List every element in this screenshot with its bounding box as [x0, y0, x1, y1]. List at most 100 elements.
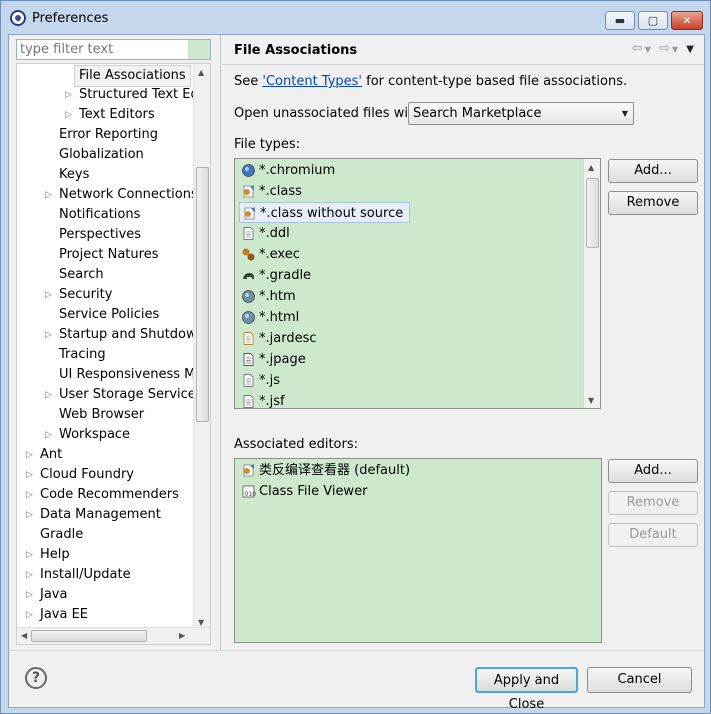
expand-arrow-icon[interactable]: ▷ — [26, 445, 33, 465]
open-unassociated-value: Search Marketplace — [413, 106, 542, 121]
minimize-button[interactable]: ▬ — [605, 11, 635, 30]
tree-vertical-scrollbar[interactable]: ▲ ▼ — [193, 64, 210, 629]
remove-editor-button[interactable]: Remove — [608, 491, 698, 515]
file-types-scrollbar[interactable]: ▲ ▼ — [583, 159, 600, 408]
expand-arrow-icon[interactable]: ▷ — [45, 325, 52, 345]
tree-item[interactable]: ▷ Security — [17, 285, 195, 305]
tree-item[interactable]: ▷ User Storage Service — [17, 385, 196, 405]
file-type-item[interactable]: *.chromium — [239, 160, 341, 181]
title-bar: Preferences ▬ ▢ ✕ — [1, 1, 710, 34]
file-type-item[interactable]: *.exec — [239, 244, 306, 265]
remove-file-type-button[interactable]: Remove — [608, 191, 698, 215]
file-type-item-label: *.js — [259, 373, 281, 388]
open-unassociated-select[interactable]: Search Marketplace ▼ — [408, 102, 634, 125]
tree-item[interactable]: Gradle — [17, 525, 195, 545]
editor-item[interactable]: 010 Class File Viewer — [239, 481, 373, 502]
scroll-up-icon[interactable]: ▲ — [588, 163, 594, 172]
default-editor-button[interactable]: Default — [608, 523, 698, 547]
tree-item[interactable]: Tracing — [17, 345, 195, 365]
tree-scroll-thumb[interactable] — [196, 167, 209, 422]
expand-arrow-icon[interactable]: ▷ — [65, 105, 72, 125]
page-title: File Associations — [234, 43, 358, 58]
scroll-down-icon[interactable]: ▼ — [198, 618, 204, 627]
tree-item[interactable]: ▷ Java — [17, 585, 195, 605]
file-type-item[interactable]: *.class — [239, 181, 308, 202]
file-type-item[interactable]: *.gradle — [239, 265, 317, 286]
scroll-up-icon[interactable]: ▲ — [198, 68, 204, 77]
tree-item[interactable]: Keys — [17, 165, 195, 185]
tree-item[interactable]: Web Browser — [17, 405, 195, 425]
tree-item[interactable]: Perspectives — [17, 225, 195, 245]
file-type-item-label: *.jpage — [259, 352, 306, 367]
view-menu-icon[interactable]: ▼ — [686, 44, 696, 55]
tree-item[interactable]: ▷ Data Management — [17, 505, 195, 525]
add-editor-button[interactable]: Add... — [608, 459, 698, 483]
tree-item[interactable]: ▷ Workspace — [17, 425, 195, 445]
back-menu-icon[interactable]: ▼ — [645, 45, 653, 54]
add-file-type-button[interactable]: Add... — [608, 159, 698, 183]
filter-input[interactable]: type filter text — [16, 39, 211, 60]
tree-item[interactable]: Error Reporting — [17, 125, 195, 145]
tree-item[interactable]: Service Policies — [17, 305, 195, 325]
scroll-down-icon[interactable]: ▼ — [588, 396, 594, 405]
file-type-item[interactable]: *.jpage — [239, 349, 312, 370]
expand-arrow-icon[interactable]: ▷ — [26, 585, 33, 605]
scroll-right-icon[interactable]: ▶ — [179, 631, 185, 640]
tree-item[interactable]: File Associations — [17, 65, 195, 87]
apply-and-close-button[interactable]: Apply and Close — [475, 667, 578, 712]
tree-item[interactable]: ▷ Java EE — [17, 605, 195, 625]
cancel-button[interactable]: Cancel — [587, 667, 692, 693]
tree-item[interactable]: Globalization — [17, 145, 195, 165]
tree-item[interactable]: ▷ Network Connections — [17, 185, 198, 205]
tree-item-label: Code Recommenders — [40, 487, 179, 502]
tree-item[interactable]: ▷ Startup and Shutdown — [17, 325, 205, 345]
file-type-item[interactable]: *.ddl — [239, 223, 296, 244]
expand-arrow-icon[interactable]: ▷ — [26, 505, 33, 525]
help-icon[interactable]: ? — [25, 667, 47, 689]
tree-item[interactable]: ▷ Text Editors — [17, 105, 195, 125]
file-types-list[interactable]: *.jsf *.js *.jpage *.jardesc *.html *.htm *.gr… — [234, 158, 601, 409]
expand-arrow-icon[interactable]: ▷ — [65, 85, 72, 105]
tree-item[interactable]: Search — [17, 265, 195, 285]
file-type-item[interactable]: *.class without source — [239, 202, 411, 223]
expand-arrow-icon[interactable]: ▷ — [45, 425, 52, 445]
tree-item[interactable]: ▷ Structured Text Edit — [17, 85, 207, 105]
expand-arrow-icon[interactable]: ▷ — [26, 485, 33, 505]
file-type-item[interactable]: *.html — [239, 307, 305, 328]
expand-arrow-icon[interactable]: ▷ — [26, 545, 33, 565]
expand-arrow-icon[interactable]: ▷ — [26, 465, 33, 485]
tree-item[interactable]: ▷ Code Recommenders — [17, 485, 195, 505]
content-types-link[interactable]: 'Content Types' — [262, 74, 362, 89]
expand-arrow-icon[interactable]: ▷ — [45, 285, 52, 305]
maximize-button[interactable]: ▢ — [638, 11, 668, 30]
tree-item[interactable]: ▷ Ant — [17, 445, 195, 465]
file-type-item[interactable]: *.htm — [239, 286, 302, 307]
tree-item-label: Gradle — [40, 527, 84, 542]
file-type-item[interactable]: *.jardesc — [239, 328, 323, 349]
expand-arrow-icon[interactable]: ▷ — [26, 605, 33, 625]
tree-item[interactable]: ▷ Help — [17, 545, 195, 565]
tree-item[interactable]: ▷ Cloud Foundry — [17, 465, 195, 485]
editor-item[interactable]: 类反编译查看器 (default) — [239, 460, 416, 481]
tree-hscroll-thumb[interactable] — [31, 630, 147, 642]
tree-horizontal-scrollbar[interactable]: ◀ ▶ — [17, 627, 210, 644]
svg-text:010: 010 — [245, 491, 257, 498]
tree-item[interactable]: UI Responsiveness Mo — [17, 365, 203, 385]
expand-arrow-icon[interactable]: ▷ — [45, 385, 52, 405]
preferences-nav: type filter text ▷ Java EE ▷ Java ▷ Install/U… — [9, 35, 221, 650]
file-types-scroll-thumb[interactable] — [586, 178, 599, 248]
tree-item[interactable]: ▷ Install/Update — [17, 565, 195, 585]
file-type-item[interactable]: *.jsf — [239, 391, 291, 408]
tree-item[interactable]: Project Natures — [17, 245, 195, 265]
forward-menu-icon[interactable]: ▼ — [672, 45, 680, 54]
forward-icon[interactable]: ⇨ — [659, 41, 672, 56]
expand-arrow-icon[interactable]: ▷ — [45, 185, 52, 205]
back-icon[interactable]: ⇦ — [632, 41, 645, 56]
tree-item[interactable]: Notifications — [17, 205, 195, 225]
associated-editors-list[interactable]: 010 Class File Viewer 类反编译查看器 (default) — [234, 458, 602, 643]
close-button[interactable]: ✕ — [671, 11, 703, 30]
scroll-left-icon[interactable]: ◀ — [21, 631, 27, 640]
tree-item-label: Keys — [59, 167, 90, 182]
expand-arrow-icon[interactable]: ▷ — [26, 565, 33, 585]
file-type-item[interactable]: *.js — [239, 370, 286, 391]
